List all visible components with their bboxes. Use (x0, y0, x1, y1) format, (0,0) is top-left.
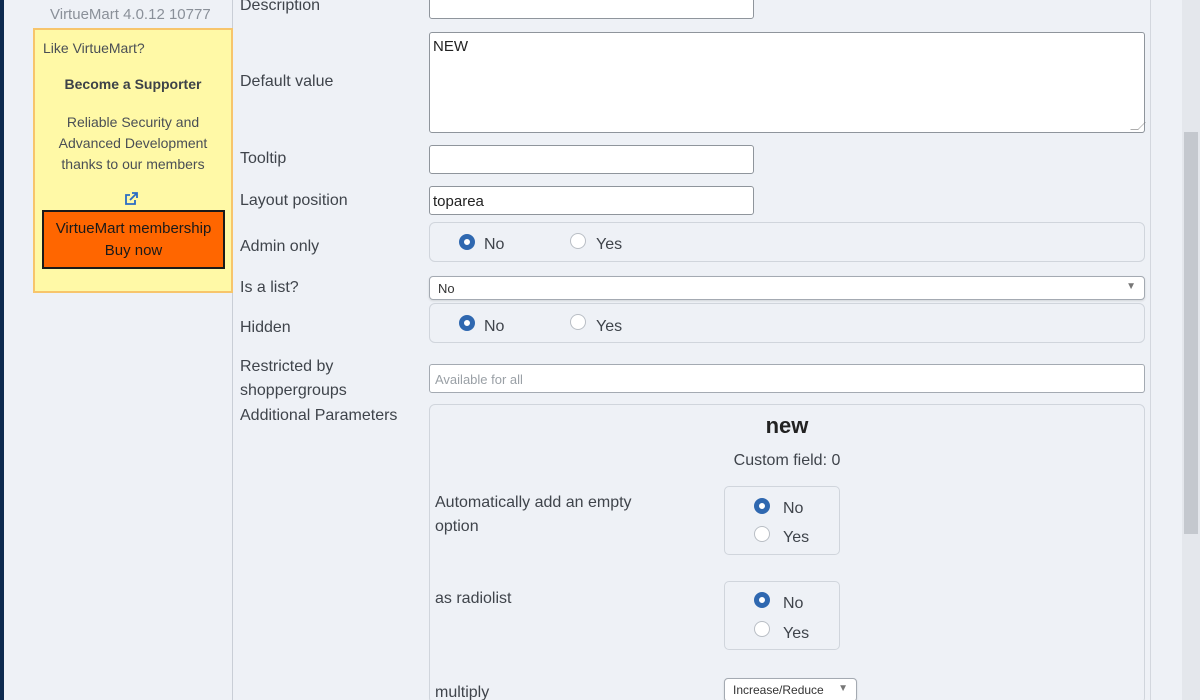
description-input[interactable] (429, 0, 754, 19)
default-value-label: Default value (240, 73, 334, 90)
promo-body: Reliable Security and Advanced Developme… (35, 112, 231, 175)
default-value-text: NEW (433, 38, 468, 55)
auto-empty-yes-radio[interactable] (754, 526, 770, 542)
admin-only-label: Admin only (240, 238, 320, 255)
shoppergroups-input[interactable]: Available for all (429, 364, 1145, 393)
multiply-select[interactable]: Increase/Reduce ▼ (724, 678, 857, 700)
restricted-label: Restricted by shoppergroups (240, 355, 347, 403)
main-form: Description Default value NEW Tooltip La… (234, 0, 1150, 700)
restricted-label-line2: shoppergroups (240, 382, 347, 399)
hidden-no-radio[interactable] (459, 315, 475, 331)
radiolist-radio-group: No Yes (724, 581, 840, 650)
supporter-promo: Like VirtueMart? Become a Supporter Reli… (33, 28, 233, 293)
auto-empty-no-label: No (783, 500, 804, 517)
restricted-label-line1: Restricted by (240, 358, 334, 375)
auto-empty-yes-label: Yes (783, 529, 810, 546)
additional-parameters-label: Additional Parameters (240, 407, 398, 424)
radiolist-label: as radiolist (435, 590, 512, 607)
promo-heading: Like VirtueMart? (43, 40, 145, 56)
admin-only-no-radio[interactable] (459, 234, 475, 250)
content-right-rail (1150, 0, 1182, 700)
promo-title: Become a Supporter (64, 76, 202, 92)
auto-empty-label: Automatically add an empty option (435, 491, 632, 539)
auto-empty-radio-group: No Yes (724, 486, 840, 555)
promo-body-line: thanks to our members (61, 156, 205, 172)
admin-only-yes-radio[interactable] (570, 233, 586, 249)
chevron-down-icon: ▼ (838, 683, 848, 694)
admin-only-yes-label: Yes (596, 236, 623, 253)
hidden-no-label: No (484, 318, 505, 335)
buy-button-line1: VirtueMart membership (55, 220, 212, 237)
chevron-down-icon: ▼ (1126, 281, 1136, 292)
hidden-radio-group: No Yes (429, 303, 1145, 343)
is-list-value: No (438, 281, 455, 296)
promo-body-line: Advanced Development (58, 135, 208, 151)
external-link-icon[interactable] (123, 191, 141, 209)
params-subtitle: Custom field: 0 (733, 452, 841, 469)
radiolist-no-radio[interactable] (754, 592, 770, 608)
radiolist-no-label: No (783, 595, 804, 612)
additional-parameters-panel: new Custom field: 0 Automatically add an… (429, 404, 1145, 700)
hidden-label: Hidden (240, 319, 291, 336)
radiolist-yes-radio[interactable] (754, 621, 770, 637)
is-list-label: Is a list? (240, 279, 299, 296)
multiply-label: multiply (435, 684, 490, 700)
page-scrollbar[interactable] (1182, 0, 1200, 700)
hidden-yes-radio[interactable] (570, 314, 586, 330)
default-value-textarea[interactable]: NEW (429, 32, 1146, 133)
hidden-yes-label: Yes (596, 318, 623, 335)
admin-only-radio-group: No Yes (429, 222, 1145, 262)
tooltip-input[interactable] (429, 145, 754, 174)
auto-empty-label-line1: Automatically add an empty (435, 494, 632, 511)
admin-only-no-label: No (484, 236, 505, 253)
version-text: VirtueMart 4.0.12 10777 (50, 6, 211, 23)
auto-empty-no-radio[interactable] (754, 498, 770, 514)
description-label: Description (240, 0, 321, 14)
scrollbar-thumb[interactable] (1184, 132, 1198, 534)
layout-position-label: Layout position (240, 192, 348, 209)
auto-empty-label-line2: option (435, 518, 479, 535)
promo-body-line: Reliable Security and (66, 114, 200, 130)
buy-button-line2: Buy now (104, 242, 163, 259)
is-list-select[interactable]: No ▼ (429, 276, 1145, 300)
buy-membership-button[interactable]: VirtueMart membership Buy now (42, 210, 225, 269)
params-title: new (765, 413, 809, 438)
resize-grip-icon[interactable] (1130, 122, 1146, 130)
radiolist-yes-label: Yes (783, 625, 810, 642)
tooltip-label: Tooltip (240, 150, 287, 167)
multiply-value: Increase/Reduce (733, 683, 824, 697)
layout-position-input[interactable]: toparea (429, 186, 754, 215)
